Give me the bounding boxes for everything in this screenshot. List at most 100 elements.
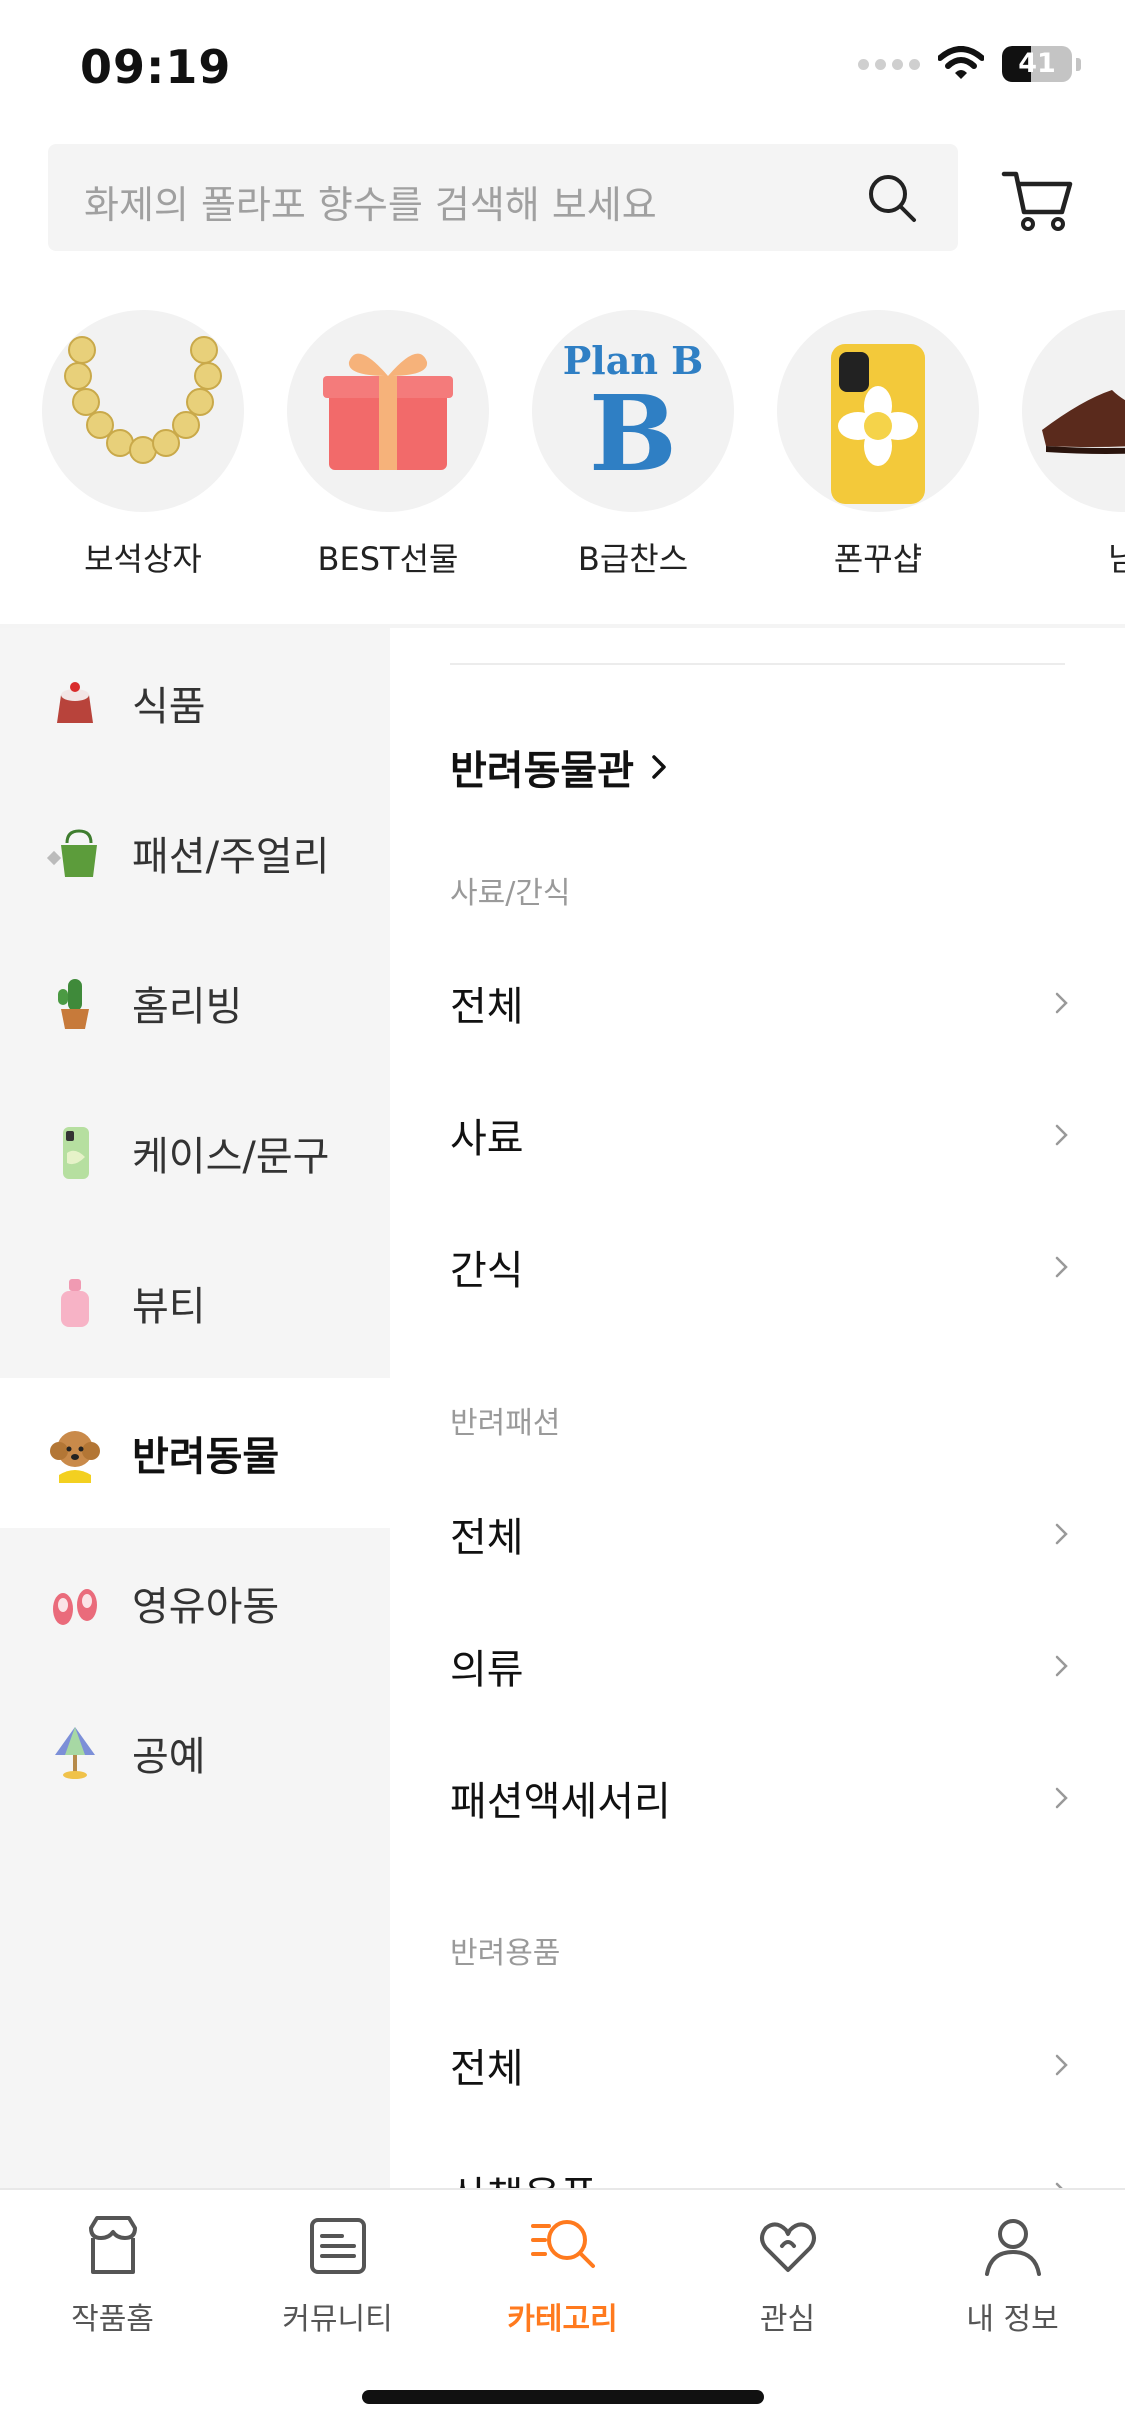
row-label: 전체 <box>450 984 524 1030</box>
chevron-right-icon <box>1055 1655 1068 1677</box>
sidebar-item-kids[interactable]: 영유아동 <box>0 1528 390 1678</box>
group-title: 사료/간식 <box>450 876 571 911</box>
bag-icon <box>42 820 108 886</box>
chevron-right-icon <box>1055 1124 1068 1146</box>
featured-label: BEST선물 <box>317 540 459 578</box>
gift-box-icon <box>287 310 489 512</box>
category-sidebar: 식품 패션/주얼리 홈리빙 케이스/문구 뷰티 반려동물 영유아동 공예 <box>0 628 390 2188</box>
chevron-right-icon <box>1055 1523 1068 1545</box>
sidebar-item-label: 식품 <box>132 684 206 730</box>
section-title-link[interactable]: 반려동물관 <box>450 738 670 796</box>
divider <box>450 663 1065 665</box>
featured-item-best-gift[interactable]: BEST선물 <box>283 310 493 580</box>
plan-b-logo: Plan B B <box>532 310 734 512</box>
featured-label: 폰꾸샵 <box>833 540 923 578</box>
featured-item-men[interactable]: 남 <box>1018 310 1125 580</box>
dog-icon <box>42 1420 108 1486</box>
subcategory-row[interactable]: 전체 <box>450 2025 1075 2105</box>
phone-case-icon <box>42 1120 108 1186</box>
heart-icon <box>759 2222 816 2272</box>
featured-item-b-chance[interactable]: Plan B B B급찬스 <box>528 310 738 580</box>
sidebar-item-label: 홈리빙 <box>132 984 243 1030</box>
lamp-icon <box>42 1720 108 1786</box>
row-label: 전체 <box>450 1515 524 1561</box>
sidebar-item-label: 패션/주얼리 <box>132 834 330 880</box>
featured-label: B급찬스 <box>577 540 689 578</box>
sidebar-item-label: 케이스/문구 <box>132 1134 330 1180</box>
sidebar-item-label: 뷰티 <box>132 1284 206 1330</box>
baby-shoes-icon <box>42 1570 108 1636</box>
sidebar-item-fashion[interactable]: 패션/주얼리 <box>0 778 390 928</box>
featured-carousel[interactable]: 보석상자 BEST선물 Plan B B B급찬스 폰꾸샵 남 <box>0 300 1125 600</box>
battery-icon: 41 <box>1002 46 1072 82</box>
chevron-right-icon <box>1055 1256 1068 1278</box>
tab-favorites[interactable]: 관심 <box>675 2210 900 2338</box>
cactus-icon <box>42 970 108 1036</box>
featured-label: 보석상자 <box>84 540 202 578</box>
subcategory-row[interactable]: 간식 <box>450 1227 1075 1307</box>
status-bar: 09:19 41 <box>0 0 1125 140</box>
tab-community[interactable]: 커뮤니티 <box>225 2210 450 2338</box>
sidebar-item-label: 영유아동 <box>132 1584 280 1630</box>
shoe-icon <box>1022 310 1125 512</box>
sidebar-item-food[interactable]: 식품 <box>0 628 390 778</box>
search-input[interactable]: 화제의 폴라포 향수를 검색해 보세요 <box>48 144 958 251</box>
sidebar-item-pets[interactable]: 반려동물 <box>0 1378 390 1528</box>
section-title: 반려동물관 <box>450 748 634 794</box>
subcategory-row[interactable]: 전체 <box>450 1494 1075 1574</box>
tab-label: 내 정보 <box>966 2302 1059 2337</box>
chevron-right-icon <box>1055 2182 1063 2188</box>
subcategory-row[interactable]: 패션액세서리 <box>450 1758 1075 1838</box>
sidebar-item-label: 공예 <box>132 1734 206 1780</box>
chevron-right-icon <box>1055 1787 1068 1809</box>
cart-icon[interactable] <box>998 160 1078 240</box>
sidebar-item-label: 반려동물 <box>132 1434 280 1480</box>
necklace-icon <box>42 310 244 512</box>
category-search-icon <box>530 2220 595 2268</box>
cellular-signal-icon <box>858 58 920 70</box>
sidebar-item-beauty[interactable]: 뷰티 <box>0 1228 390 1378</box>
featured-label: 남 <box>1108 540 1125 578</box>
tab-label: 작품홈 <box>71 2302 154 2337</box>
featured-item-phone-case[interactable]: 폰꾸샵 <box>773 310 983 580</box>
group-title: 반려용품 <box>450 1936 561 1971</box>
group-title: 반려패션 <box>450 1406 561 1441</box>
wifi-icon <box>938 46 984 79</box>
community-icon <box>309 2218 366 2274</box>
subcategory-row[interactable]: 의류 <box>450 1626 1075 1706</box>
subcategory-row[interactable]: 사료 <box>450 1095 1075 1175</box>
svg-text:B: B <box>589 372 677 495</box>
tab-my-info[interactable]: 내 정보 <box>900 2210 1125 2338</box>
featured-item-jewelry-box[interactable]: 보석상자 <box>38 310 248 580</box>
subcategory-row[interactable]: 산책용품 <box>450 2153 1075 2188</box>
status-time: 09:19 <box>80 40 232 94</box>
row-label: 패션액세서리 <box>450 1779 671 1825</box>
phone-case-icon <box>777 310 979 512</box>
search-placeholder: 화제의 폴라포 향수를 검색해 보세요 <box>84 183 657 227</box>
tab-category[interactable]: 카테고리 <box>450 2210 675 2338</box>
sidebar-item-case-stationery[interactable]: 케이스/문구 <box>0 1078 390 1228</box>
home-indicator[interactable] <box>362 2390 764 2404</box>
chevron-right-icon <box>1055 2054 1068 2076</box>
row-label: 산책용품 <box>450 2164 597 2188</box>
subcategory-panel: 반려동물관 사료/간식 전체 사료 간식 반려패션 전체 의류 패션액세서리 반… <box>390 628 1125 2188</box>
subcategory-row[interactable]: 전체 <box>450 963 1075 1043</box>
tab-label: 커뮤니티 <box>282 2302 393 2337</box>
cake-icon <box>42 670 108 736</box>
tab-label: 카테고리 <box>507 2302 618 2337</box>
tab-label: 관심 <box>759 2302 816 2337</box>
perfume-icon <box>42 1270 108 1336</box>
user-icon <box>984 2219 1041 2276</box>
search-icon[interactable] <box>864 170 920 226</box>
status-indicators: 41 <box>858 46 1081 82</box>
row-label: 의류 <box>450 1647 524 1693</box>
row-label: 간식 <box>450 1248 524 1294</box>
sidebar-item-home-living[interactable]: 홈리빙 <box>0 928 390 1078</box>
sidebar-item-craft[interactable]: 공예 <box>0 1678 390 1828</box>
chevron-right-icon <box>1055 992 1068 1014</box>
tab-home[interactable]: 작품홈 <box>0 2210 225 2338</box>
store-icon <box>88 2216 137 2274</box>
chevron-right-icon <box>652 755 666 779</box>
row-label: 전체 <box>450 2046 524 2092</box>
battery-cap <box>1076 57 1081 71</box>
